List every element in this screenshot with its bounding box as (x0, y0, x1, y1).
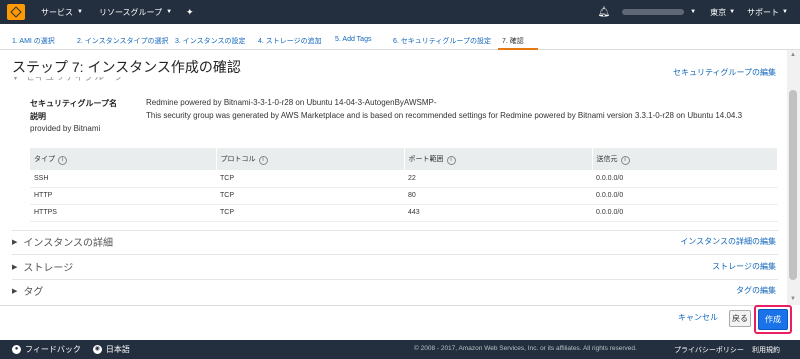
rule-type: HTTPS (30, 204, 216, 222)
top-nav: サービス ▼ リソースグループ ▼ ✦ 🔔︎ ▼ 東京 ▼ サポート ▼ (0, 0, 800, 24)
source-header-label: 送信元 (596, 155, 618, 163)
port-range-header-label: ポート範囲 (408, 155, 444, 163)
copyright-text: © 2008 - 2017, Amazon Web Services, Inc.… (414, 345, 637, 352)
chevron-down-icon: ▼ (729, 9, 736, 15)
back-button[interactable]: 戻る (729, 310, 751, 327)
services-label: サービス (41, 7, 73, 17)
edit-tags-link[interactable]: タグの編集 (736, 285, 776, 296)
chevron-down-icon: ▼ (77, 9, 83, 15)
tab-review[interactable]: 7. 確認 (502, 36, 524, 46)
chevron-right-icon: ▶ (12, 263, 18, 271)
language-selector[interactable]: ◉ 日本語 (92, 344, 130, 355)
column-header-type: タイプ i (30, 148, 217, 170)
support-label: サポート (747, 7, 780, 17)
chevron-down-icon: ▼ (690, 9, 697, 15)
rule-type: SSH (30, 170, 216, 188)
resource-groups-menu[interactable]: リソースグループ ▼ (99, 7, 172, 18)
scrollbar-thumb[interactable] (789, 90, 797, 280)
security-group-name-label: セキュリティグループ名 (30, 99, 118, 108)
info-icon[interactable]: i (446, 155, 456, 165)
region-menu[interactable]: 東京 ▼ (710, 7, 735, 18)
edit-instance-details-link[interactable]: インスタンスの詳細の編集 (680, 236, 776, 247)
info-icon[interactable]: i (58, 155, 67, 165)
security-group-name-value: Redmine powered by Bitnami-3-3-1-0-r28 o… (146, 98, 437, 107)
language-label: 日本語 (105, 345, 130, 354)
tab-configure-instance[interactable]: 3. インスタンスの設定 (175, 36, 246, 46)
tab-instance-type[interactable]: 2. インスタンスタイプの選択 (77, 36, 169, 46)
rule-source: 0.0.0.0/0 (592, 204, 778, 222)
page-title: ステップ 7: インスタンス作成の確認 (12, 57, 247, 77)
services-menu[interactable]: サービス ▼ (41, 7, 83, 18)
bell-icon[interactable]: 🔔︎ (597, 7, 610, 18)
chevron-down-icon: ▼ (166, 9, 173, 15)
globe-icon: ◉ (92, 345, 102, 354)
aws-logo-icon[interactable] (7, 4, 25, 20)
create-button[interactable]: 作成 (758, 309, 788, 330)
column-header-port-range: ポート範囲 i (404, 148, 593, 170)
rule-port-range: 80 (404, 187, 592, 205)
instance-details-title: インスタンスの詳細 (23, 238, 113, 249)
action-bar (0, 305, 787, 338)
divider (12, 254, 778, 255)
table-row: HTTPS TCP 443 0.0.0.0/0 (30, 204, 778, 222)
column-header-source: 送信元 i (592, 148, 778, 170)
terms-link[interactable]: 利用規約 (752, 345, 780, 355)
info-icon[interactable]: i (258, 155, 268, 165)
rule-type: HTTP (30, 187, 216, 205)
active-tab-indicator (498, 48, 538, 50)
rule-source: 0.0.0.0/0 (592, 170, 778, 188)
tab-add-storage[interactable]: 4. ストレージの追加 (258, 36, 322, 46)
account-menu[interactable] (622, 9, 685, 15)
storage-title: ストレージ (23, 263, 74, 274)
cancel-link[interactable]: キャンセル (678, 312, 718, 323)
edit-security-groups-link[interactable]: セキュリティグループの編集 (673, 67, 776, 78)
storage-section[interactable]: ▶ ストレージ (12, 259, 73, 274)
column-header-protocol: プロトコル i (216, 148, 405, 170)
info-icon[interactable]: i (620, 155, 630, 165)
type-header-label: タイプ (34, 155, 55, 163)
instance-details-section[interactable]: ▶ インスタンスの詳細 (12, 234, 113, 249)
feedback-label: フィードバック (25, 345, 81, 354)
rule-protocol: TCP (216, 204, 404, 222)
divider (12, 279, 778, 280)
chat-bubble-icon: ● (12, 345, 21, 354)
security-group-description-value: This security group was generated by AWS… (146, 111, 743, 120)
chevron-right-icon: ▶ (12, 238, 18, 246)
chevron-right-icon: ▶ (12, 287, 18, 295)
rule-source: 0.0.0.0/0 (592, 187, 778, 205)
tags-section[interactable]: ▶ タグ (12, 283, 43, 298)
tab-add-tags[interactable]: 5. Add Tags (335, 36, 371, 43)
tags-title: タグ (23, 287, 44, 298)
chevron-down-icon: ▼ (782, 9, 788, 15)
pin-icon[interactable]: ✦ (186, 7, 194, 18)
tab-choose-ami[interactable]: 1. AMI の選択 (12, 36, 55, 46)
divider (12, 230, 778, 231)
rule-port-range: 443 (404, 204, 592, 222)
feedback-link[interactable]: ● フィードバック (12, 344, 81, 355)
edit-storage-link[interactable]: ストレージの編集 (712, 261, 776, 272)
support-menu[interactable]: サポート ▼ (747, 7, 788, 18)
wizard-steps: 1. AMI の選択 2. インスタンスタイプの選択 3. インスタンスの設定 … (0, 24, 800, 50)
protocol-header-label: プロトコル (220, 155, 256, 163)
rule-protocol: TCP (216, 187, 404, 205)
resource-groups-label: リソースグループ (98, 7, 163, 17)
scroll-down-icon[interactable]: ▼ (790, 296, 796, 302)
provided-by-text: provided by Bitnami (30, 124, 101, 133)
table-row: SSH TCP 22 0.0.0.0/0 (30, 170, 778, 188)
scroll-up-icon[interactable]: ▲ (790, 52, 796, 58)
tab-security-group[interactable]: 6. セキュリティグループの設定 (393, 36, 491, 46)
nav-right: 🔔︎ ▼ 東京 ▼ サポート ▼ (597, 0, 800, 24)
rule-port-range: 22 (404, 170, 592, 188)
table-row: HTTP TCP 80 0.0.0.0/0 (30, 187, 778, 205)
table-header-row: タイプ i プロトコル i ポート範囲 i 送信元 i (30, 148, 778, 170)
region-label: 東京 (710, 7, 727, 17)
privacy-policy-link[interactable]: プライバシーポリシー (674, 345, 744, 355)
security-group-description-label: 説明 (30, 112, 46, 121)
security-rules-table: タイプ i プロトコル i ポート範囲 i 送信元 i SSH TCP 22 0.0.0… (30, 148, 778, 222)
rule-protocol: TCP (216, 170, 404, 188)
